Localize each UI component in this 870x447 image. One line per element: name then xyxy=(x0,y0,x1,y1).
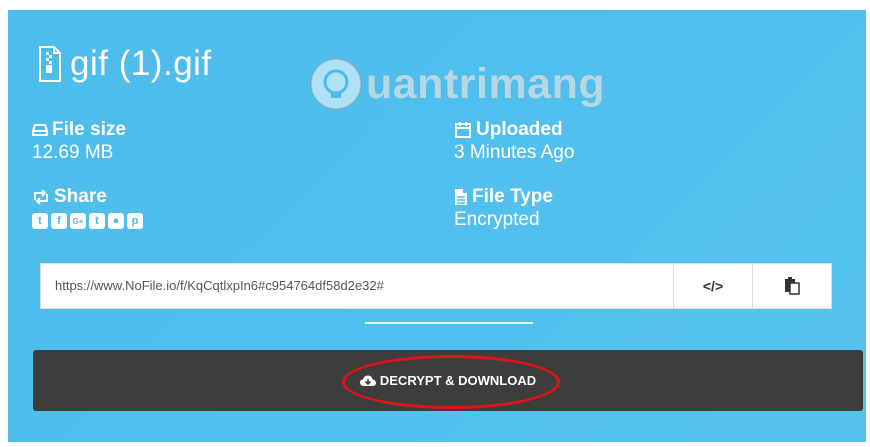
share-url-input[interactable]: https://www.NoFile.io/f/KqCqtlxpIn6#c954… xyxy=(41,264,673,308)
twitter-icon[interactable]: t xyxy=(32,213,48,229)
hard-drive-icon xyxy=(32,124,48,136)
embed-code-button[interactable]: </> xyxy=(673,264,752,308)
lightbulb-icon xyxy=(310,58,362,110)
file-title-row: gif (1).gif xyxy=(38,44,212,84)
uploaded-label: Uploaded xyxy=(476,119,563,140)
file-type-label: File Type xyxy=(472,186,553,207)
pinterest-icon[interactable]: p xyxy=(127,213,143,229)
retweet-icon xyxy=(34,190,48,204)
share-label: Share xyxy=(54,186,107,207)
watermark-text: uantrimang xyxy=(366,59,606,108)
file-size-block: File size 12.69 MB xyxy=(32,119,126,164)
zip-file-icon xyxy=(39,46,61,82)
file-text-icon xyxy=(455,189,467,205)
calendar-icon xyxy=(455,122,471,138)
tumblr-icon[interactable]: t xyxy=(89,213,105,229)
social-share-icons: t f G+ t ● p xyxy=(32,213,143,229)
file-size-value: 12.69 MB xyxy=(32,142,114,163)
divider xyxy=(365,322,533,324)
file-name: gif (1).gif xyxy=(70,44,212,83)
reddit-icon[interactable]: ● xyxy=(108,213,124,229)
file-size-label: File size xyxy=(52,119,126,140)
highlight-circle xyxy=(342,355,560,409)
file-type-value: Encrypted xyxy=(454,209,540,230)
file-info-panel: gif (1).gif uantrimang File size 12.69 M… xyxy=(8,10,866,442)
clipboard-icon xyxy=(785,277,800,295)
watermark-logo: uantrimang xyxy=(308,56,605,112)
share-url-bar: https://www.NoFile.io/f/KqCqtlxpIn6#c954… xyxy=(40,263,832,309)
file-type-block: File Type Encrypted xyxy=(454,186,553,231)
facebook-icon[interactable]: f xyxy=(51,213,67,229)
decrypt-download-button[interactable]: DECRYPT & DOWNLOAD xyxy=(33,350,863,411)
uploaded-value: 3 Minutes Ago xyxy=(454,142,575,163)
copy-url-button[interactable] xyxy=(752,264,831,308)
share-block: Share t f G+ t ● p xyxy=(32,186,143,229)
google-plus-icon[interactable]: G+ xyxy=(70,213,86,229)
uploaded-block: Uploaded 3 Minutes Ago xyxy=(454,119,574,164)
embed-code-label: </> xyxy=(702,278,724,294)
